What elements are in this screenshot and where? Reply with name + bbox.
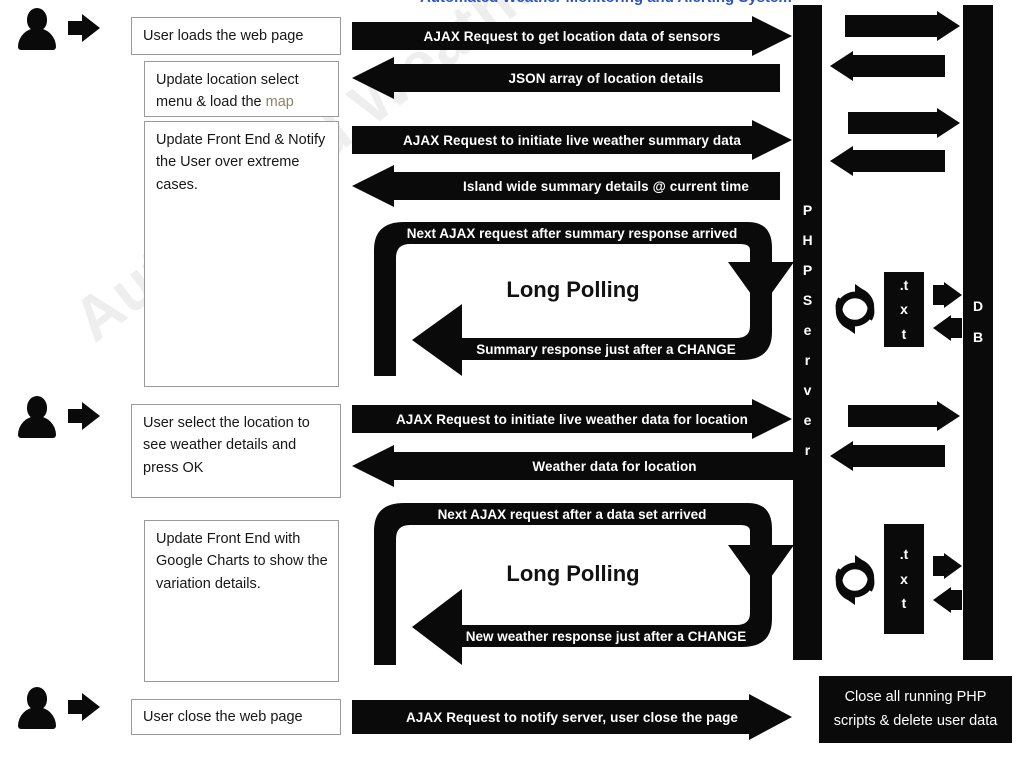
box-text: Update Front End with Google Charts to s… xyxy=(156,531,328,592)
message-arrow-ajax-location-weather-request: AJAX Request to initiate live weather da… xyxy=(352,399,792,439)
top-caption-strip: Automated Weather Monitoring and Alertin… xyxy=(0,0,1024,7)
message-arrow-notify-close: AJAX Request to notify server, user clos… xyxy=(352,694,792,740)
long-polling-bottom-label: New weather response just after a CHANGE xyxy=(465,628,747,644)
long-polling-title: Long Polling xyxy=(506,561,640,586)
server-db-arrow-3 xyxy=(848,108,960,138)
server-db-arrow-6 xyxy=(830,441,945,471)
user-arrow-icon-2 xyxy=(68,402,100,430)
box-update-location-menu[interactable]: Update location select menu & load the m… xyxy=(144,61,339,117)
long-polling-top-label: Next AJAX request after a data set arriv… xyxy=(437,506,707,522)
message-arrow-island-summary: Island wide summary details @ current ti… xyxy=(352,165,780,207)
txt-char: t xyxy=(901,325,907,342)
php-server-char: e xyxy=(803,322,812,338)
box-google-charts[interactable]: Update Front End with Google Charts to s… xyxy=(144,520,339,682)
lifeline-php-server: P H P S e r v e r xyxy=(793,5,822,660)
txt-file-2: .t x t xyxy=(884,524,924,634)
final-box-line1: Close all running PHP xyxy=(844,689,987,706)
long-polling-weather: Next AJAX request after a data set arriv… xyxy=(352,495,794,665)
server-db-arrow-1 xyxy=(845,11,960,41)
lifeline-db: D B xyxy=(963,5,993,660)
actor-user-3 xyxy=(18,687,56,729)
message-arrow-json-location-details: JSON array of location details xyxy=(352,57,780,99)
txt-db-arrow-4 xyxy=(933,587,962,613)
txt-char: x xyxy=(900,301,908,318)
refresh-cycle-icon-2 xyxy=(835,555,875,605)
php-server-char: r xyxy=(804,352,811,368)
php-server-char: P xyxy=(802,202,813,218)
user-body-icon xyxy=(18,28,56,50)
final-box-line2: scripts & delete user data xyxy=(833,712,998,729)
actor-user-2 xyxy=(18,396,56,438)
user-arrow-icon-1 xyxy=(68,14,100,42)
php-server-char: v xyxy=(803,382,812,398)
user-body-icon xyxy=(18,416,56,438)
box-text-highlight: map xyxy=(265,94,294,111)
box-close-php-scripts: Close all running PHP scripts & delete u… xyxy=(819,676,1012,743)
long-polling-bottom-label: Summary response just after a CHANGE xyxy=(476,341,736,357)
box-text: User loads the web page xyxy=(143,27,304,44)
txt-db-arrow-2 xyxy=(933,315,962,341)
box-user-loads-page[interactable]: User loads the web page xyxy=(131,17,341,55)
box-user-select-location[interactable]: User select the location to see weather … xyxy=(131,404,341,498)
diagram-canvas: Automated Weather Monitoring and Alertin… xyxy=(0,0,1024,761)
message-arrow-weather-data-location: Weather data for location xyxy=(352,445,797,487)
box-text: User close the web page xyxy=(143,708,303,725)
txt-char: .t xyxy=(899,276,909,293)
long-polling-top-label: Next AJAX request after summary response… xyxy=(406,225,738,241)
message-arrow-ajax-summary-request: AJAX Request to initiate live weather su… xyxy=(352,120,792,160)
txt-file-1: .t x t xyxy=(884,272,924,347)
box-user-close-page[interactable]: User close the web page xyxy=(131,699,341,735)
db-char: D xyxy=(972,298,984,314)
php-server-char: r xyxy=(804,442,811,458)
php-server-char: P xyxy=(802,262,813,278)
long-polling-title: Long Polling xyxy=(506,277,640,302)
db-char: B xyxy=(972,329,984,345)
php-server-char: e xyxy=(803,412,812,428)
user-arrow-icon-3 xyxy=(68,693,100,721)
box-text: User select the location to see weather … xyxy=(143,415,310,476)
php-server-char: S xyxy=(802,292,813,308)
long-polling-summary: Next AJAX request after summary response… xyxy=(352,216,794,376)
txt-char: .t xyxy=(899,546,909,563)
txt-db-arrow-1 xyxy=(933,282,962,308)
top-caption-text: Automated Weather Monitoring and Alertin… xyxy=(420,0,792,6)
box-text: Update Front End & Notify the User over … xyxy=(156,132,326,193)
server-db-arrow-4 xyxy=(830,146,945,176)
txt-char: x xyxy=(900,570,908,587)
actor-user-1 xyxy=(18,8,56,50)
txt-char: t xyxy=(901,595,907,612)
server-db-arrow-5 xyxy=(848,401,960,431)
server-db-arrow-2 xyxy=(830,51,945,81)
user-body-icon xyxy=(18,707,56,729)
refresh-cycle-icon-1 xyxy=(835,284,875,334)
box-update-frontend-notify[interactable]: Update Front End & Notify the User over … xyxy=(144,121,339,387)
php-server-char: H xyxy=(802,232,813,248)
txt-db-arrow-3 xyxy=(933,553,962,579)
message-arrow-ajax-location-request: AJAX Request to get location data of sen… xyxy=(352,16,792,56)
